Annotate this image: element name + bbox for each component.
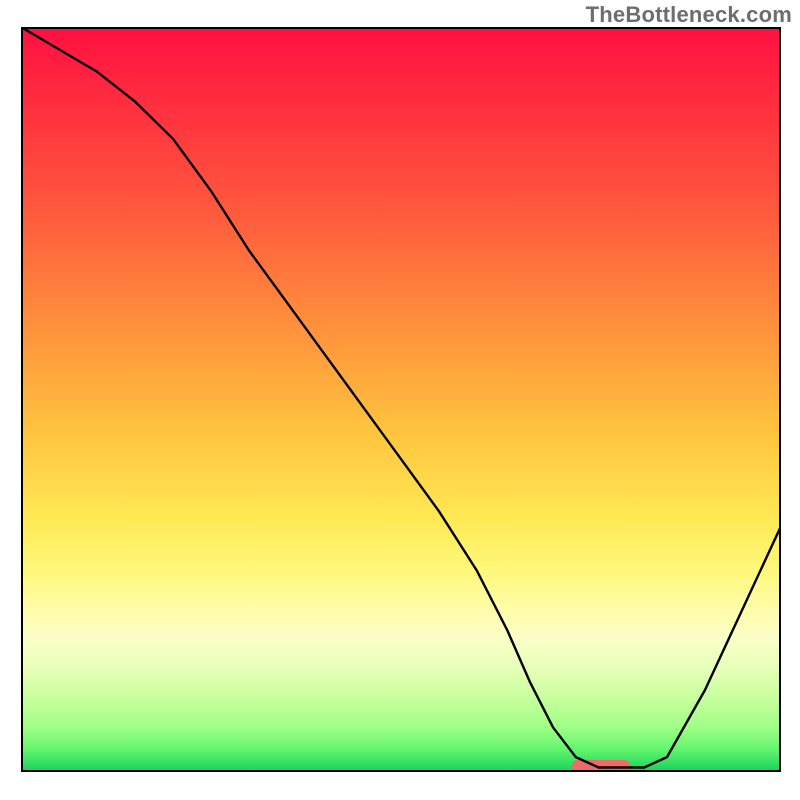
plot-area	[21, 27, 781, 772]
watermark-text: TheBottleneck.com	[586, 2, 792, 28]
bottleneck-gradient	[21, 27, 781, 772]
optimal-marker	[572, 760, 630, 772]
chart-wrap: TheBottleneck.com	[0, 0, 800, 800]
